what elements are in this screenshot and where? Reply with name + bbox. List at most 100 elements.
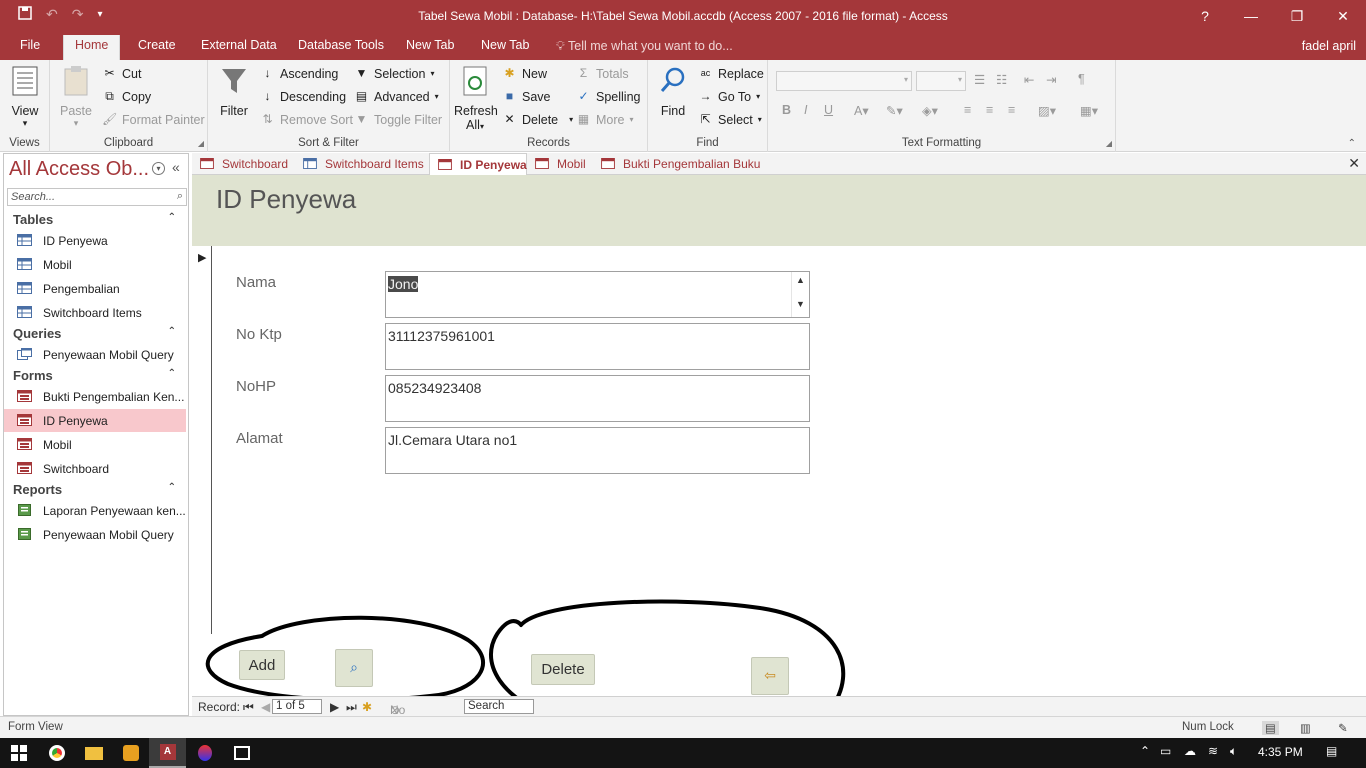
chrome-taskbar-icon[interactable] bbox=[38, 738, 75, 768]
nav-item-table-mobil[interactable]: Mobil bbox=[4, 253, 186, 276]
alternate-row-color-icon[interactable]: ▨▾ bbox=[1038, 103, 1056, 118]
delete-record-button[interactable]: ✕ Delete ▾ bbox=[502, 112, 573, 127]
doc-tab-switchboard[interactable]: Switchboard bbox=[192, 153, 295, 175]
nav-item-form-id-penyewa[interactable]: ID Penyewa bbox=[4, 409, 186, 432]
align-left-icon[interactable]: ≡ bbox=[964, 103, 971, 117]
help-button[interactable]: ? bbox=[1182, 0, 1228, 32]
tab-file[interactable]: File bbox=[20, 38, 40, 52]
nav-section-reports[interactable]: Reports ⌃ bbox=[4, 479, 188, 501]
advanced-button[interactable]: ▤ Advanced ▾ bbox=[354, 89, 439, 104]
record-search-input[interactable]: Search bbox=[464, 699, 534, 714]
selection-button[interactable]: ▼ Selection ▾ bbox=[354, 66, 435, 81]
more-button[interactable]: ▦ More ▾ bbox=[576, 112, 634, 127]
find-button[interactable]: Find bbox=[656, 64, 690, 118]
doc-tab-switchboard-items[interactable]: Switchboard Items bbox=[295, 153, 429, 175]
clipboard-launcher-icon[interactable]: ◢ bbox=[198, 139, 204, 148]
shutter-bar-collapse-icon[interactable]: « bbox=[172, 159, 180, 175]
action-center-icon[interactable]: ▤ bbox=[1326, 744, 1337, 758]
ascending-button[interactable]: ↓ Ascending bbox=[260, 66, 339, 81]
doc-tab-id-penyewa[interactable]: ID Penyewa bbox=[429, 153, 527, 175]
remove-sort-button[interactable]: ⇅ Remove Sort bbox=[260, 112, 352, 127]
nav-header[interactable]: All Access Ob... ▾ « bbox=[4, 154, 188, 186]
decrease-indent-icon[interactable]: ⇤ bbox=[1024, 72, 1034, 87]
minimize-button[interactable]: — bbox=[1228, 0, 1274, 32]
cut-button[interactable]: ✂ Cut bbox=[102, 66, 141, 81]
last-record-icon[interactable]: ⏭ bbox=[346, 700, 357, 715]
nav-menu-dropdown-icon[interactable]: ▾ bbox=[152, 162, 165, 175]
toggle-filter-button[interactable]: ▼ Toggle Filter bbox=[354, 112, 443, 127]
previous-record-icon[interactable]: ◀ bbox=[261, 700, 270, 714]
spelling-button[interactable]: ✓ Spelling bbox=[576, 89, 640, 104]
nav-item-report-penyewaan-mobil[interactable]: Penyewaan Mobil Query bbox=[4, 523, 186, 546]
design-view-icon[interactable]: ✎ bbox=[1338, 721, 1348, 735]
view-button[interactable]: View ▾ bbox=[8, 64, 42, 129]
current-record-input[interactable]: 1 of 5 bbox=[272, 699, 322, 714]
user-name[interactable]: fadel april bbox=[1302, 39, 1356, 53]
volume-icon[interactable]: 🔈︎ bbox=[1230, 744, 1237, 759]
numbering-icon[interactable]: ☷ bbox=[996, 72, 1007, 87]
nav-item-form-mobil[interactable]: Mobil bbox=[4, 433, 186, 456]
nav-item-table-pengembalian[interactable]: Pengembalian bbox=[4, 277, 186, 300]
close-button[interactable]: ✕ bbox=[1320, 0, 1366, 32]
nama-scrollbar[interactable]: ▲ ▼ bbox=[791, 272, 809, 317]
copy-button[interactable]: ⧉ Copy bbox=[102, 89, 151, 104]
align-center-icon[interactable]: ≡ bbox=[986, 103, 993, 117]
nav-item-form-switchboard[interactable]: Switchboard bbox=[4, 457, 186, 480]
onedrive-cloud-icon[interactable]: ☁ bbox=[1184, 744, 1196, 758]
new-record-button[interactable]: ✱ New bbox=[502, 66, 547, 81]
collapse-ribbon-icon[interactable]: ⌃ bbox=[1348, 138, 1356, 149]
layout-view-icon[interactable]: ▥ bbox=[1300, 721, 1311, 735]
no-ktp-field[interactable]: 31112375961001 bbox=[385, 323, 810, 370]
show-hidden-icons-icon[interactable]: ⌃ bbox=[1140, 744, 1150, 758]
gridlines-icon[interactable]: ▦▾ bbox=[1080, 103, 1098, 118]
align-right-icon[interactable]: ≡ bbox=[1008, 103, 1015, 117]
nama-field[interactable]: Jono ▲ ▼ bbox=[385, 271, 810, 318]
media-player-taskbar-icon[interactable] bbox=[112, 738, 149, 768]
totals-button[interactable]: Σ Totals bbox=[576, 66, 629, 81]
bold-button[interactable]: B bbox=[782, 103, 791, 117]
close-document-icon[interactable]: ✕ bbox=[1348, 155, 1360, 172]
italic-button[interactable]: I bbox=[804, 103, 807, 117]
battery-icon[interactable]: ▭ bbox=[1160, 744, 1171, 758]
doc-tab-mobil[interactable]: Mobil bbox=[527, 153, 593, 175]
descending-button[interactable]: ↓ Descending bbox=[260, 89, 347, 104]
nav-search-input[interactable]: Search... ⌕ bbox=[7, 188, 187, 206]
save-record-button[interactable]: ■ Save bbox=[502, 89, 551, 104]
bullets-icon[interactable]: ☰ bbox=[974, 72, 985, 87]
nav-section-queries[interactable]: Queries ⌃ bbox=[4, 323, 188, 345]
font-size-dropdown[interactable]: ▾ bbox=[916, 71, 966, 91]
tab-new-tab-2[interactable]: New Tab bbox=[481, 38, 529, 52]
file-explorer-taskbar-icon[interactable] bbox=[75, 738, 112, 768]
restore-button[interactable]: ❐ bbox=[1274, 0, 1320, 32]
underline-button[interactable]: U bbox=[824, 103, 833, 117]
select-button[interactable]: ⇱ Select ▾ bbox=[698, 112, 761, 127]
wifi-icon[interactable]: ≋ bbox=[1208, 744, 1218, 758]
refresh-all-button[interactable]: Refresh All▾ bbox=[454, 64, 498, 132]
next-record-icon[interactable]: ▶ bbox=[330, 700, 339, 714]
scroll-up-icon[interactable]: ▲ bbox=[792, 275, 809, 285]
font-name-dropdown[interactable]: ▾ bbox=[776, 71, 912, 91]
nav-item-form-bukti-pengembalian[interactable]: Bukti Pengembalian Ken... bbox=[4, 385, 186, 408]
exit-button[interactable]: ⇦ bbox=[751, 657, 789, 695]
first-record-icon[interactable]: ⏮ bbox=[243, 700, 254, 715]
tab-new-tab-1[interactable]: New Tab bbox=[406, 38, 454, 52]
nav-item-query-penyewaan-mobil[interactable]: Penyewaan Mobil Query bbox=[4, 343, 186, 366]
go-to-button[interactable]: → Go To ▾ bbox=[698, 89, 761, 104]
new-blank-record-icon[interactable]: ✱ bbox=[362, 700, 372, 714]
text-formatting-launcher-icon[interactable]: ◢ bbox=[1106, 139, 1112, 148]
taskbar-clock[interactable]: 4:35 PM bbox=[1258, 745, 1303, 759]
start-button[interactable] bbox=[0, 738, 37, 768]
delete-button[interactable]: Delete bbox=[531, 654, 595, 685]
increase-indent-icon[interactable]: ⇥ bbox=[1046, 72, 1056, 87]
fill-color-icon[interactable]: ◈▾ bbox=[922, 103, 938, 118]
nav-item-table-id-penyewa[interactable]: ID Penyewa bbox=[4, 229, 186, 252]
paste-button[interactable]: Paste ▾ bbox=[58, 64, 94, 129]
form-view-icon[interactable]: ▤ bbox=[1262, 721, 1279, 735]
highlight-icon[interactable]: ✎▾ bbox=[886, 103, 903, 118]
tell-me-search[interactable]: 💡︎ Tell me what you want to do... bbox=[556, 39, 733, 54]
text-direction-icon[interactable]: ¶ bbox=[1078, 72, 1085, 86]
record-selector[interactable]: ▶ bbox=[193, 246, 212, 634]
tab-database-tools[interactable]: Database Tools bbox=[298, 38, 384, 52]
filter-button[interactable]: Filter bbox=[216, 64, 252, 118]
add-button[interactable]: Add bbox=[239, 650, 285, 680]
